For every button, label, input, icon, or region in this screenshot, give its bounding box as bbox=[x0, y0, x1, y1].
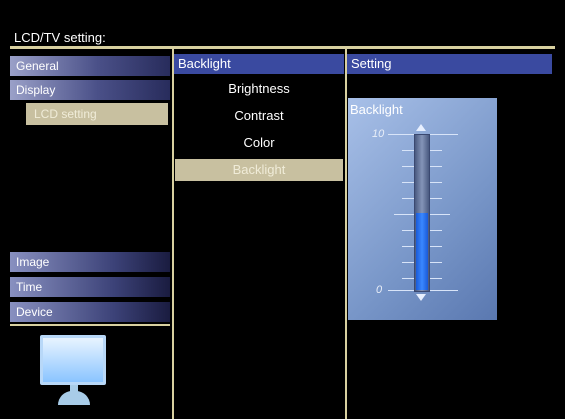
menu-option-backlight[interactable]: Backlight bbox=[175, 159, 343, 181]
monitor-icon bbox=[40, 335, 106, 385]
setting-header: Setting bbox=[347, 54, 552, 74]
nav-item-image[interactable]: Image bbox=[10, 252, 170, 272]
page-title: LCD/TV setting: bbox=[14, 30, 106, 45]
column-divider-left bbox=[172, 48, 174, 419]
monitor-icon-base bbox=[58, 391, 90, 405]
nav-item-time[interactable]: Time bbox=[10, 277, 170, 297]
scale-max-label: 10 bbox=[372, 128, 385, 140]
menu-option-brightness[interactable]: Brightness bbox=[175, 78, 343, 100]
menu-option-color[interactable]: Color bbox=[175, 132, 343, 154]
nav-item-device[interactable]: Device bbox=[10, 302, 170, 322]
increase-arrow-icon[interactable] bbox=[416, 124, 426, 131]
menu-header: Backlight bbox=[174, 54, 344, 74]
backlight-slider-fill bbox=[416, 213, 428, 290]
scale-min-label: 0 bbox=[376, 284, 383, 296]
decrease-arrow-icon[interactable] bbox=[416, 294, 426, 301]
backlight-slider[interactable] bbox=[414, 134, 430, 292]
backlight-setting-panel: Backlight 10 0 bbox=[348, 98, 497, 320]
nav-item-display[interactable]: Display bbox=[10, 80, 170, 100]
column-divider-right bbox=[345, 48, 347, 419]
setting-label: Backlight bbox=[350, 102, 403, 117]
nav-divider bbox=[10, 324, 170, 326]
title-divider bbox=[10, 46, 555, 49]
nav-item-general[interactable]: General bbox=[10, 56, 170, 76]
menu-option-contrast[interactable]: Contrast bbox=[175, 105, 343, 127]
nav-subitem-lcd-setting[interactable]: LCD setting bbox=[26, 103, 168, 125]
